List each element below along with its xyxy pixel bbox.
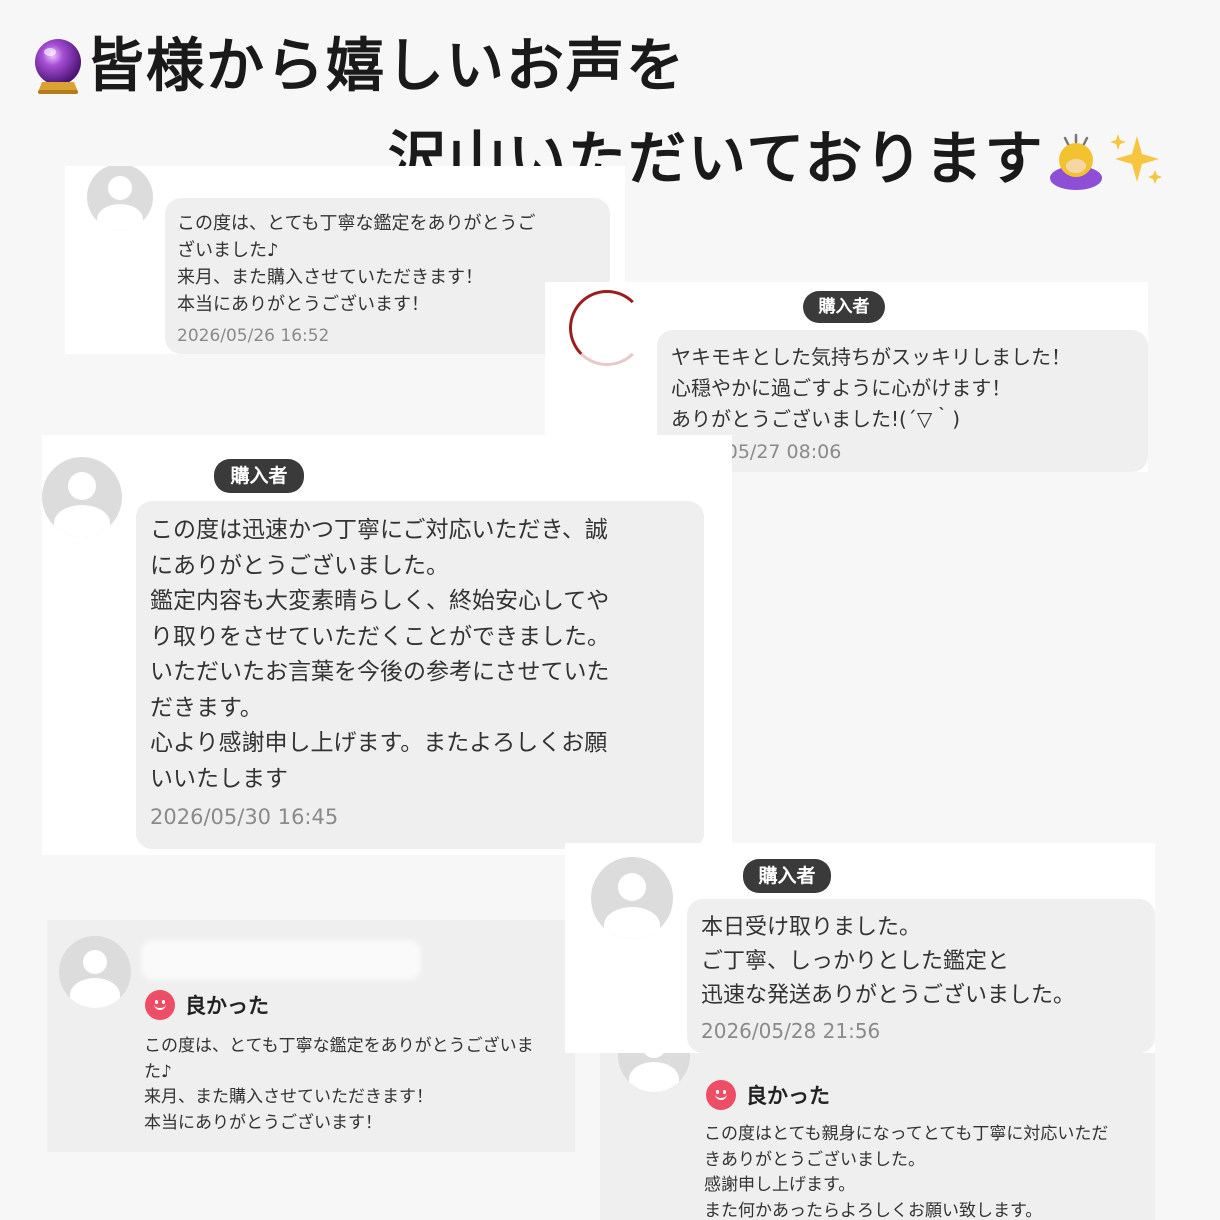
message-bubble: 本日受け取りました。 ご丁寧、しっかりとした鑑定と 迅速な発送ありがとうございま… <box>687 899 1155 1053</box>
sparkles-icon <box>1107 130 1165 197</box>
headline-line-1: 皆様から嬉しいお声を <box>30 36 686 105</box>
smile-icon <box>145 990 175 1020</box>
review-message: 本日受け取りました。 ご丁寧、しっかりとした鑑定と 迅速な発送ありがとうございま… <box>701 915 1076 1008</box>
review-message: この度は、とても丁寧な鑑定をありがとうご ざいました♪ 来月、また購入させていた… <box>177 213 536 315</box>
buyer-badge: 購入者 <box>214 459 304 493</box>
crystal-ball-icon <box>30 36 86 105</box>
rating-label: 良かった <box>746 1084 830 1108</box>
avatar <box>618 1052 690 1092</box>
rating-text: この度はとても親身になってとても丁寧に対応いただ きありがとうございました。 感… <box>704 1124 1109 1220</box>
rating-label: 良かった <box>185 994 269 1018</box>
rating-card-2: 良かった この度はとても親身になってとても丁寧に対応いただ きありがとうございま… <box>600 1052 1155 1220</box>
avatar <box>569 290 645 366</box>
headline-text-1: 皆様から嬉しいお声を <box>86 31 687 100</box>
avatar <box>42 457 122 537</box>
message-bubble: この度は、とても丁寧な鑑定をありがとうご ざいました♪ 来月、また購入させていた… <box>165 198 610 354</box>
rating-good: 良かった <box>145 990 269 1020</box>
avatar <box>591 857 673 939</box>
avatar <box>59 936 131 1008</box>
rating-card-1: 良かった この度は、とても丁寧な鑑定をありがとうございま た♪ 来月、また購入さ… <box>47 920 575 1152</box>
review-date: 2026/05/27 08:06 <box>671 441 842 463</box>
review-card-1: この度は、とても丁寧な鑑定をありがとうご ざいました♪ 来月、また購入させていた… <box>65 166 625 354</box>
smile-icon <box>706 1080 736 1110</box>
avatar <box>87 166 153 230</box>
review-message: この度は迅速かつ丁寧にご対応いただき、誠 にありがとうございました。 鑑定内容も… <box>150 517 610 792</box>
rating-good: 良かった <box>706 1080 830 1110</box>
buyer-badge: 購入者 <box>743 859 831 893</box>
message-bubble: この度は迅速かつ丁寧にご対応いただき、誠 にありがとうございました。 鑑定内容も… <box>136 501 704 849</box>
review-card-3: 購入者 この度は迅速かつ丁寧にご対応いただき、誠 にありがとうございました。 鑑… <box>42 435 732 855</box>
rating-text: この度は、とても丁寧な鑑定をありがとうございま た♪ 来月、また購入させていただ… <box>144 1036 534 1133</box>
review-date: 2026/05/28 21:56 <box>701 1019 881 1043</box>
review-date: 2026/05/30 16:45 <box>150 805 339 829</box>
review-card-4: 購入者 本日受け取りました。 ご丁寧、しっかりとした鑑定と 迅速な発送ありがとう… <box>565 843 1155 1053</box>
review-date: 2026/05/26 16:52 <box>177 326 330 346</box>
person-bowing-icon <box>1045 128 1107 199</box>
buyer-badge: 購入者 <box>803 291 885 323</box>
redacted-username <box>141 940 421 980</box>
review-message: ヤキモキとした気持ちがスッキリしました！ 心穏やかに過ごすように心がけます！ あ… <box>671 345 1071 431</box>
